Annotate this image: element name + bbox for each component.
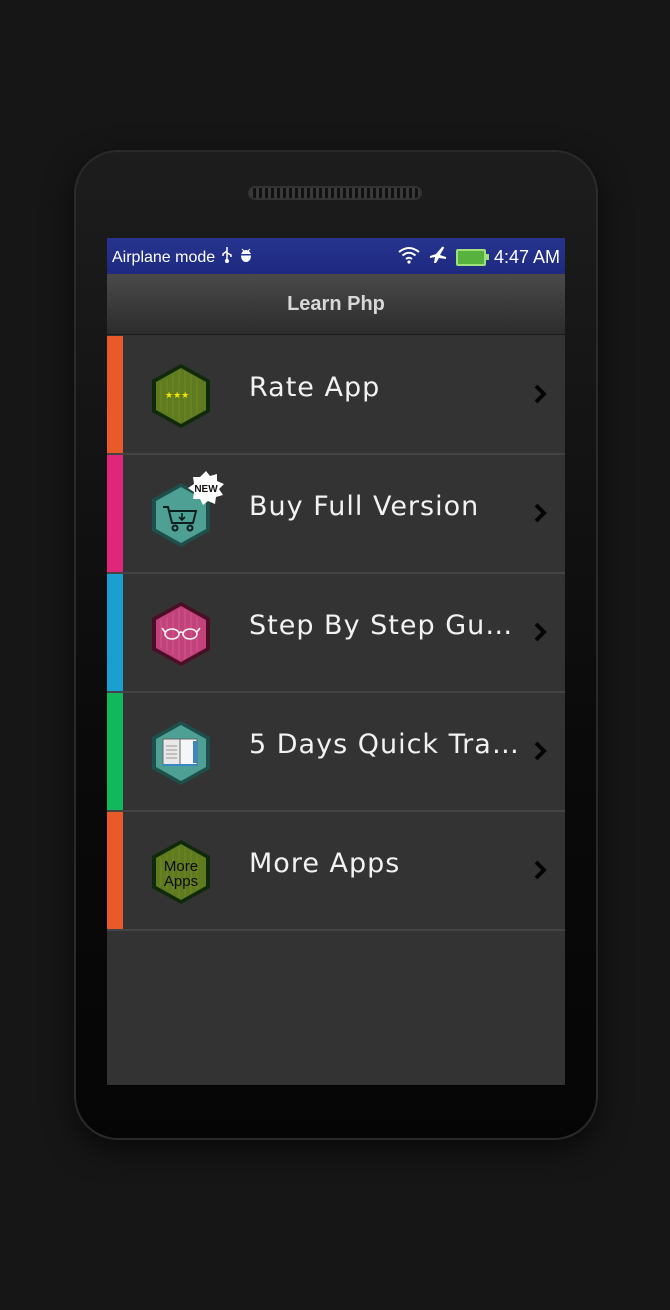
status-bar: Airplane mode 4:47 AM — [107, 238, 565, 274]
accent-bar — [107, 812, 123, 929]
status-left: Airplane mode — [112, 247, 253, 268]
rate-stars-icon: ★★★ — [149, 362, 213, 430]
svg-text:NEW: NEW — [194, 484, 218, 495]
book-icon — [149, 719, 213, 787]
phone-bottom-bezel-line — [107, 1085, 565, 1086]
new-badge-icon: NEW — [188, 471, 224, 505]
status-right: 4:47 AM — [398, 245, 560, 270]
menu-item-step-by-step-guide[interactable]: Step By Step Gui… — [107, 574, 565, 693]
phone-frame: Airplane mode 4:47 AM Learn Php ★★★ Rate… — [74, 150, 598, 1140]
menu-item-label: More Apps — [249, 848, 401, 879]
menu-item-buy-full-version[interactable]: NEW Buy Full Version — [107, 455, 565, 574]
menu-item-more-apps[interactable]: More Apps More Apps — [107, 812, 565, 931]
accent-bar — [107, 574, 123, 691]
chevron-right-icon — [533, 860, 547, 880]
accent-bar — [107, 336, 123, 453]
svg-text:★★★: ★★★ — [165, 391, 189, 401]
battery-charging-icon — [455, 249, 489, 266]
android-debug-icon — [239, 247, 253, 268]
chevron-right-icon — [533, 384, 547, 404]
chevron-right-icon — [533, 741, 547, 761]
chevron-right-icon — [533, 622, 547, 642]
speaker-grille — [248, 186, 422, 200]
glasses-icon — [149, 600, 213, 668]
chevron-right-icon — [533, 503, 547, 523]
app-screen: Airplane mode 4:47 AM Learn Php ★★★ Rate… — [107, 238, 565, 1085]
status-time: 4:47 AM — [493, 247, 560, 267]
accent-bar — [107, 693, 123, 810]
menu-item-5-days-quick-training[interactable]: 5 Days Quick Tra… — [107, 693, 565, 812]
menu-item-rate-app[interactable]: ★★★ Rate App — [107, 336, 565, 455]
svg-text:Apps: Apps — [164, 873, 198, 890]
menu-item-label: Rate App — [249, 372, 381, 403]
usb-icon — [221, 247, 233, 268]
airplane-icon — [428, 245, 448, 270]
airplane-mode-text: Airplane mode — [112, 248, 216, 266]
action-bar: Learn Php — [107, 274, 565, 335]
menu-list: ★★★ Rate App NEW Buy Full Version Step B… — [107, 336, 565, 931]
cart-icon: NEW — [149, 471, 224, 549]
wifi-icon — [398, 246, 420, 269]
accent-bar — [107, 455, 123, 572]
menu-item-label: 5 Days Quick Tra… — [249, 729, 519, 760]
more-apps-icon: More Apps — [149, 838, 213, 906]
page-title: Learn Php — [287, 292, 385, 315]
menu-item-label: Buy Full Version — [249, 491, 480, 522]
menu-item-label: Step By Step Gui… — [249, 610, 519, 641]
